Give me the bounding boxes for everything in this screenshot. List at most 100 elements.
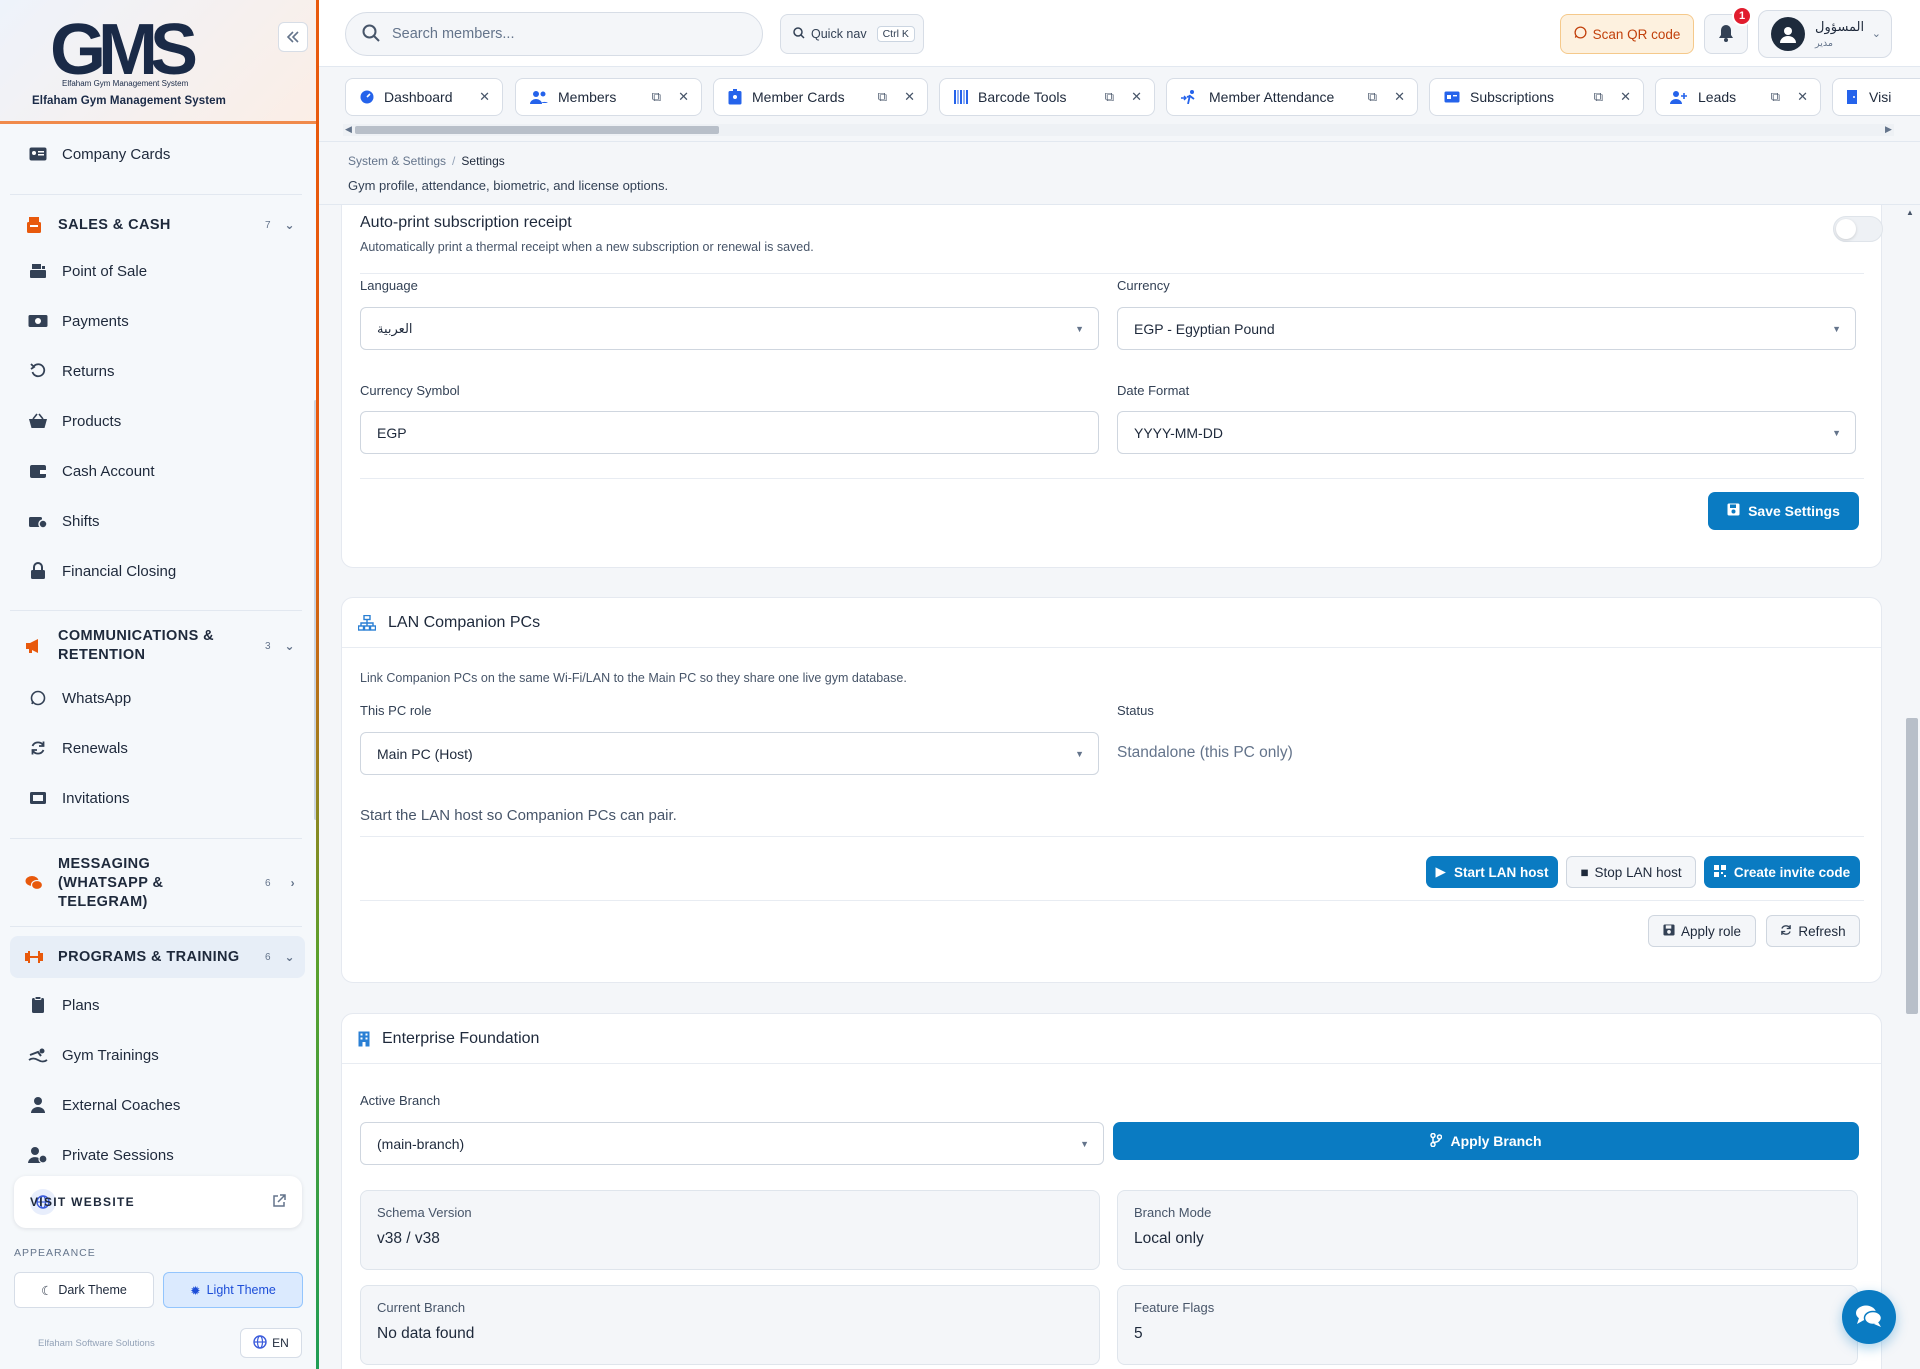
close-icon[interactable]: ✕ (1620, 89, 1631, 105)
sidebar-item-financial-closing[interactable]: Financial Closing (10, 551, 305, 591)
start-lan-host-button[interactable]: ▶ Start LAN host (1426, 856, 1558, 888)
sidebar-item-gym-trainings[interactable]: Gym Trainings (10, 1035, 305, 1075)
divider (360, 478, 1864, 479)
sidebar-item-plans[interactable]: Plans (10, 985, 305, 1025)
tab-member-cards[interactable]: Member Cards ⧉ ✕ (713, 78, 928, 116)
search-box[interactable] (345, 12, 763, 56)
collapse-sidebar-button[interactable] (278, 22, 308, 52)
tab-barcode-tools[interactable]: Barcode Tools ⧉ ✕ (939, 78, 1155, 116)
sidebar-item-invitations[interactable]: Invitations (10, 778, 305, 818)
external-link-icon[interactable]: ⧉ (878, 89, 887, 105)
footer-brand: Elfaham Software Solutions (38, 1338, 155, 1349)
sidebar-item-company-cards[interactable]: Company Cards (10, 134, 305, 174)
clipboard-icon (28, 995, 48, 1015)
refresh-icon (28, 738, 48, 758)
logo-area: GMS Elfaham Gym Management System Elfaha… (0, 0, 316, 124)
sidebar-group-label: COMMUNICATIONS & RETENTION (58, 628, 214, 663)
sidebar-group-programs-training[interactable]: PROGRAMS & TRAINING 6 ⌄ (10, 936, 305, 978)
chat-button[interactable] (1842, 1290, 1896, 1344)
sidebar-item-whatsapp[interactable]: WhatsApp (10, 678, 305, 718)
auto-print-toggle[interactable] (1833, 216, 1883, 242)
scroll-right-icon[interactable]: ▶ (1885, 124, 1892, 135)
tab-members[interactable]: Members ⧉ ✕ (515, 78, 702, 116)
external-link-icon[interactable]: ⧉ (652, 89, 661, 105)
tab-visits[interactable]: Visi (1832, 78, 1920, 116)
id-badge-icon (728, 89, 742, 105)
date-format-select[interactable]: YYYY-MM-DD ▼ (1117, 411, 1856, 454)
quick-nav-button[interactable]: Quick nav Ctrl K (780, 14, 924, 54)
chevron-down-icon: ⌄ (284, 638, 295, 653)
chevron-right-icon: › (290, 875, 295, 890)
sidebar-item-cash-account[interactable]: Cash Account (10, 451, 305, 491)
gms-logo: GMS Elfaham Gym Management System (50, 16, 204, 88)
close-icon[interactable]: ✕ (678, 89, 689, 105)
sidebar-item-point-of-sale[interactable]: Point of Sale (10, 251, 305, 291)
scroll-up-icon[interactable]: ▲ (1906, 208, 1914, 217)
tab-subscriptions[interactable]: Subscriptions ⧉ ✕ (1429, 78, 1644, 116)
close-icon[interactable]: ✕ (904, 89, 915, 105)
create-invite-code-label: Create invite code (1733, 864, 1851, 880)
sidebar-item-label: Plans (62, 996, 100, 1014)
close-icon[interactable]: ✕ (479, 89, 490, 105)
create-invite-code-button[interactable]: Create invite code (1704, 856, 1860, 888)
chevron-down-icon: ⌄ (284, 218, 295, 232)
sidebar-item-returns[interactable]: Returns (10, 351, 305, 391)
chat-bubbles-icon (1855, 1304, 1883, 1331)
enterprise-foundation-card: Enterprise Foundation Active Branch (mai… (341, 1013, 1882, 1369)
language-button[interactable]: EN (240, 1328, 302, 1358)
main-scrollbar-thumb[interactable] (1906, 718, 1918, 1014)
close-icon[interactable]: ✕ (1131, 89, 1142, 105)
stop-lan-host-button[interactable]: ■ Stop LAN host (1566, 856, 1696, 888)
language-select[interactable]: العربية ▼ (360, 307, 1099, 350)
sidebar-item-renewals[interactable]: Renewals (10, 728, 305, 768)
dark-theme-button[interactable]: ☾ Dark Theme (14, 1272, 154, 1308)
refresh-button[interactable]: Refresh (1766, 915, 1860, 947)
sidebar-item-payments[interactable]: Payments (10, 301, 305, 341)
sidebar-item-label: Shifts (62, 512, 100, 530)
tab-member-attendance[interactable]: Member Attendance ⧉ ✕ (1166, 78, 1418, 116)
enterprise-card-title: Enterprise Foundation (342, 1014, 1881, 1064)
visit-website-button[interactable]: VISIT WEBSITE (14, 1176, 302, 1228)
sidebar-group-sales-cash[interactable]: SALES & CASH 7 ⌄ (10, 204, 305, 246)
wallet-icon (28, 461, 48, 481)
sidebar-group-communications-retention[interactable]: COMMUNICATIONS & RETENTION 3 ⌄ (10, 620, 305, 672)
external-link-icon[interactable]: ⧉ (1105, 89, 1114, 105)
sidebar-item-products[interactable]: Products (10, 401, 305, 441)
currency-value: EGP - Egyptian Pound (1134, 320, 1275, 337)
caret-down-icon: ▼ (1080, 1138, 1089, 1149)
currency-symbol-input[interactable]: EGP (360, 411, 1099, 454)
save-settings-button[interactable]: Save Settings (1708, 492, 1859, 530)
external-link-icon[interactable]: ⧉ (1368, 89, 1377, 105)
tab-dashboard[interactable]: Dashboard ✕ (345, 78, 503, 116)
external-link-icon[interactable]: ⧉ (1594, 89, 1603, 105)
sidebar-item-shifts[interactable]: Shifts (10, 501, 305, 541)
sidebar: GMS Elfaham Gym Management System Elfaha… (0, 0, 317, 1369)
user-menu-button[interactable]: المسؤول مدير ⌄ (1758, 10, 1892, 58)
network-icon (358, 614, 376, 631)
currency-select[interactable]: EGP - Egyptian Pound ▼ (1117, 307, 1856, 350)
sidebar-item-private-sessions[interactable]: Private Sessions (10, 1135, 305, 1169)
auto-print-title: Auto-print subscription receipt (360, 214, 572, 231)
scroll-left-icon[interactable]: ◀ (345, 124, 352, 135)
sidebar-group-messaging[interactable]: MESSAGING (WHATSAPP & TELEGRAM) 6 › (10, 848, 305, 918)
search-icon (362, 24, 380, 45)
pc-role-select[interactable]: Main PC (Host) ▼ (360, 732, 1099, 775)
scan-qr-button[interactable]: Scan QR code (1560, 14, 1694, 54)
id-card-icon (28, 144, 48, 164)
external-link-icon (272, 1193, 286, 1211)
apply-role-label: Apply role (1680, 923, 1742, 939)
language-label: EN (272, 1336, 289, 1350)
breadcrumb-parent[interactable]: System & Settings (348, 154, 446, 168)
close-icon[interactable]: ✕ (1797, 89, 1808, 105)
sidebar-item-external-coaches[interactable]: External Coaches (10, 1085, 305, 1125)
tab-leads[interactable]: Leads ⧉ ✕ (1655, 78, 1821, 116)
external-link-icon[interactable]: ⧉ (1771, 89, 1780, 105)
light-theme-button[interactable]: ✹ Light Theme (163, 1272, 303, 1308)
apply-role-button[interactable]: Apply role (1648, 915, 1756, 947)
close-icon[interactable]: ✕ (1394, 89, 1405, 105)
search-input[interactable] (392, 26, 732, 42)
active-branch-select[interactable]: (main-branch) ▼ (360, 1122, 1104, 1165)
apply-branch-button[interactable]: Apply Branch (1113, 1122, 1859, 1160)
save-settings-label: Save Settings (1748, 503, 1840, 519)
tabs-scrollbar-thumb[interactable] (355, 126, 719, 134)
